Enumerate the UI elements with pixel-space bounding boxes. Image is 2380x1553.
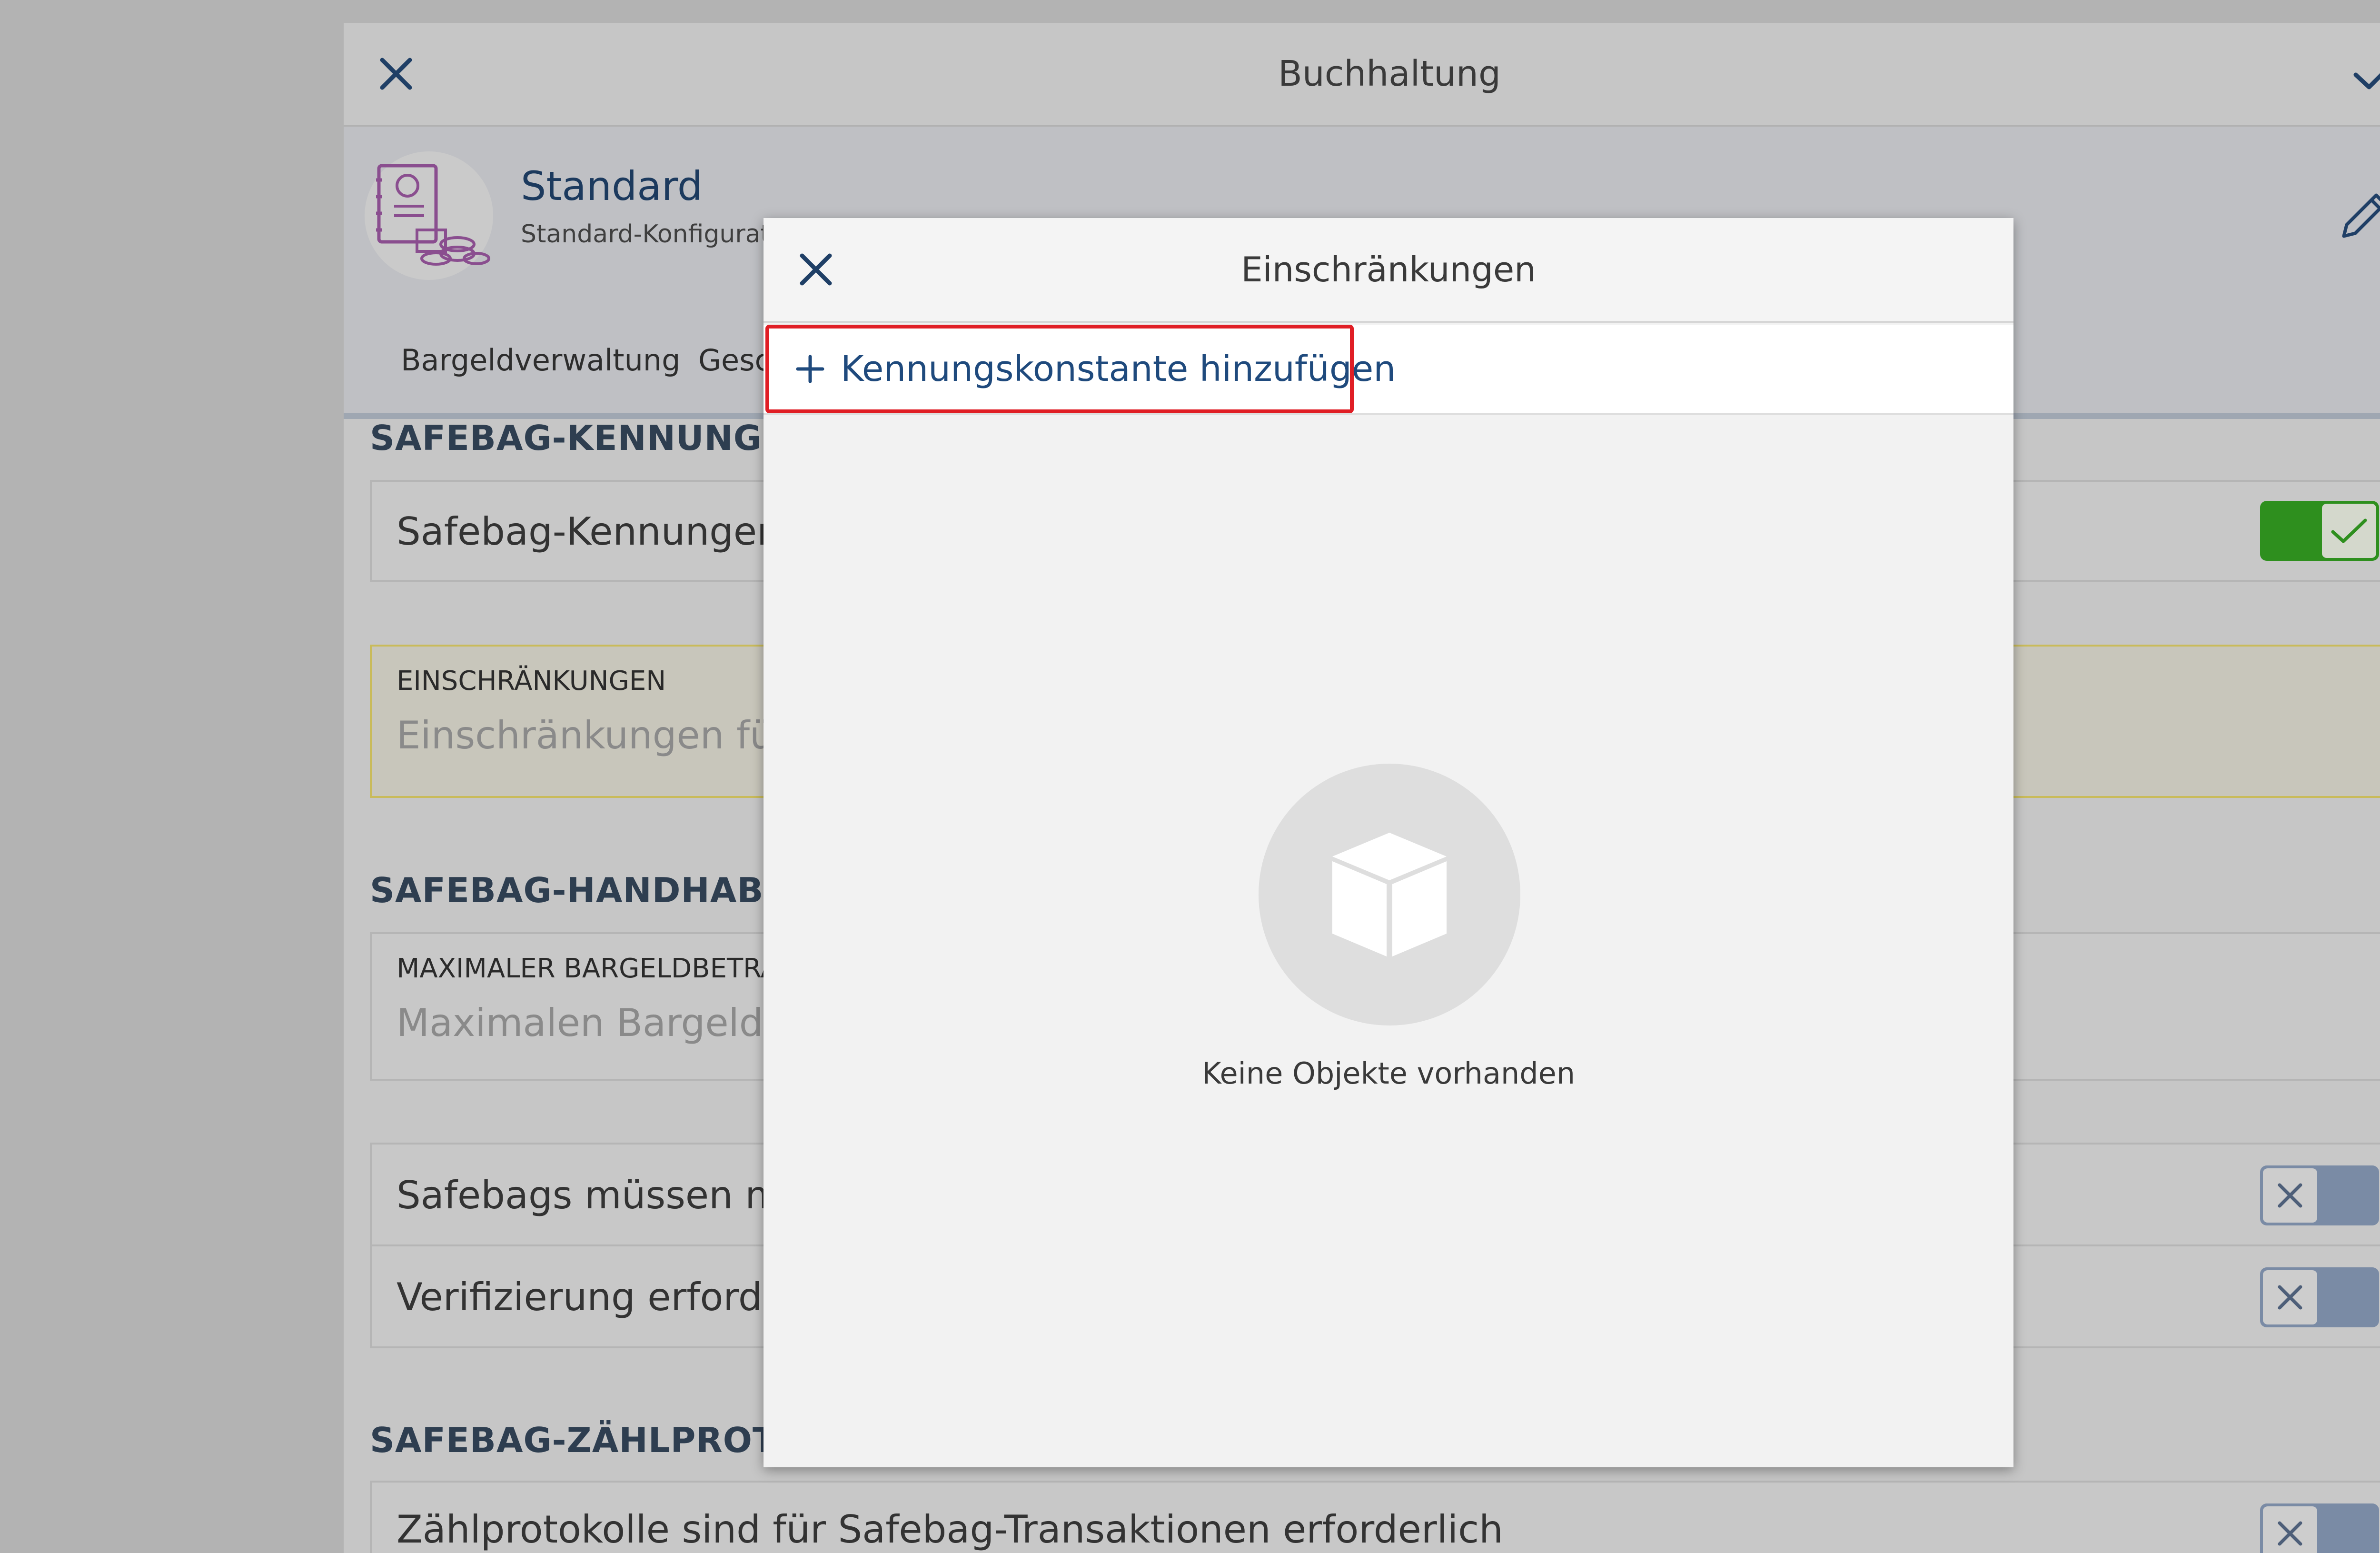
toggle-row-protocol: Zählprotokolle sind für Safebag-Transakt… [370,1481,2380,1553]
close-icon [2263,1168,2317,1223]
dialog-header: Einschränkungen [764,218,2013,323]
section-title-kennungen: SAFEBAG-KENNUNGEN [370,418,815,458]
add-identifier-constant-button[interactable]: Kennungskonstante hinzufügen [765,325,1396,413]
row-label: Safebags müssen mar [397,1173,822,1217]
field-label: EINSCHRÄNKUNGEN [397,666,666,697]
window-title: Buchhaltung [1278,53,1501,94]
pencil-icon[interactable] [2330,183,2380,249]
close-icon [2263,1270,2317,1324]
profile-name: Standard [521,163,703,209]
checkmark-icon[interactable] [2350,50,2380,98]
accounting-cash-icon [365,151,493,280]
field-label: MAXIMALER BARGELDBETRAG I [397,953,815,984]
toggle-switch-on[interactable] [2260,501,2379,561]
add-button-label: Kennungskonstante hinzufügen [841,348,1396,389]
field-placeholder: Einschränkungen für [397,713,790,757]
add-bar: Kennungskonstante hinzufügen [764,325,2013,415]
checkmark-icon [2322,504,2376,558]
toggle-switch-off[interactable] [2260,1503,2379,1553]
toggle-switch-off[interactable] [2260,1165,2379,1225]
close-icon[interactable] [372,50,420,98]
close-icon[interactable] [792,246,840,293]
restrictions-dialog: Einschränkungen Kennungskonstante hinzuf… [764,218,2013,1467]
dialog-title: Einschränkungen [1241,249,1536,289]
row-label: Zählprotokolle sind für Safebag-Transakt… [397,1507,1503,1552]
tab-gesc[interactable]: Gesc [698,308,771,413]
row-label: Verifizierung erforder [397,1275,802,1319]
tab-bargeldverwaltung[interactable]: Bargeldverwaltung [401,308,681,413]
window-header: Buchhaltung [344,23,2380,127]
close-icon [2263,1506,2317,1553]
box-icon [1259,764,1520,1025]
toggle-switch-off[interactable] [2260,1267,2379,1327]
field-placeholder: Maximalen Bargeldbe [397,1001,811,1045]
empty-state-text: Keine Objekte vorhanden [1201,1056,1576,1091]
plus-icon [796,354,824,384]
